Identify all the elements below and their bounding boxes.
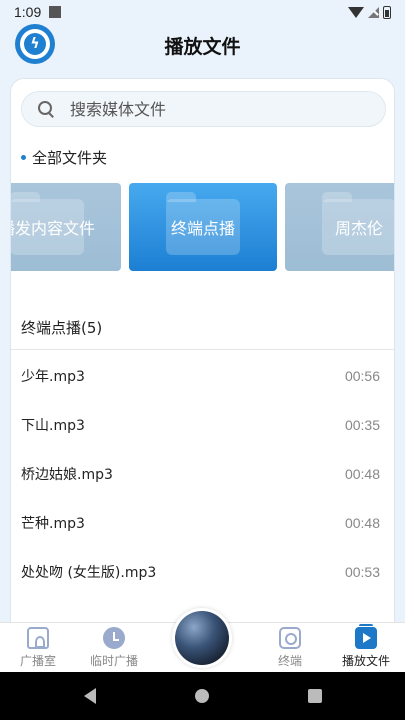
file-duration: 00:56 — [344, 367, 380, 384]
file-name: 芒种.mp3 — [21, 515, 85, 532]
file-name: 少年.mp3 — [21, 368, 85, 385]
file-duration: 00:35 — [344, 416, 380, 433]
search-bar[interactable] — [21, 91, 386, 127]
battery-icon — [383, 5, 391, 19]
folder-tile-label: 播发内容文件 — [11, 219, 95, 238]
home-icon — [27, 627, 49, 649]
recents-icon[interactable] — [308, 689, 322, 703]
nav-play-files[interactable]: 播放文件 — [336, 623, 396, 673]
media-card: 全部文件夹 播发内容文件 终端点播 周杰伦 终端点播(5) 少年.mp3 00:… — [10, 78, 395, 638]
now-playing-disc[interactable] — [172, 608, 232, 668]
folder-tile-jay-chou[interactable]: 周杰伦 — [285, 183, 394, 271]
nav-label: 临时广播 — [89, 654, 138, 668]
status-icons — [348, 5, 391, 19]
file-row[interactable]: 少年.mp3 00:56 — [11, 351, 394, 400]
folder-tile-broadcast-content[interactable]: 播发内容文件 — [11, 183, 121, 271]
app-header: ϟ 播放文件 — [0, 24, 405, 68]
page-title: 播放文件 — [164, 36, 241, 58]
system-nav-bar — [0, 672, 405, 720]
nav-broadcast-room[interactable]: 广播室 — [8, 623, 68, 673]
camera-icon — [279, 627, 301, 649]
nav-label: 播放文件 — [341, 654, 390, 668]
file-row[interactable]: 芒种.mp3 00:48 — [11, 498, 394, 547]
divider — [11, 349, 394, 350]
wifi-icon — [348, 6, 364, 18]
file-duration: 00:48 — [344, 514, 380, 531]
file-duration: 00:48 — [344, 465, 380, 482]
status-time: 1:09 — [14, 4, 42, 20]
nav-terminal[interactable]: 终端 — [260, 623, 320, 673]
folder-section-heading: 全部文件夹 — [21, 147, 107, 168]
home-circle-icon[interactable] — [195, 689, 209, 703]
file-name: 桥边姑娘.mp3 — [21, 466, 113, 483]
folder-tile-label: 周杰伦 — [334, 219, 383, 238]
search-input[interactable] — [70, 99, 350, 119]
bullet-dot-icon — [21, 155, 26, 160]
folder-carousel[interactable]: 播发内容文件 终端点播 周杰伦 — [11, 183, 394, 271]
file-row[interactable]: 桥边姑娘.mp3 00:48 — [11, 449, 394, 498]
album-art — [175, 611, 229, 665]
folder-tile-label: 终端点播 — [170, 219, 235, 238]
clock-icon — [103, 627, 125, 649]
folder-heading-label: 全部文件夹 — [32, 149, 108, 167]
file-row[interactable]: 处处吻 (女生版).mp3 00:53 — [11, 547, 394, 596]
folder-tile-terminal-vod[interactable]: 终端点播 — [129, 183, 277, 271]
file-list-title: 终端点播(5) — [21, 319, 103, 337]
file-duration: 00:53 — [344, 563, 380, 580]
nav-label: 广播室 — [19, 654, 56, 668]
search-icon — [38, 101, 54, 117]
file-row[interactable]: 下山.mp3 00:35 — [11, 400, 394, 449]
status-bar: 1:09 — [0, 0, 405, 24]
file-name: 处处吻 (女生版).mp3 — [21, 564, 157, 581]
play-file-icon — [355, 624, 377, 649]
nav-label: 终端 — [277, 654, 302, 668]
nav-temporary-broadcast[interactable]: 临时广播 — [84, 623, 144, 673]
back-icon[interactable] — [84, 688, 96, 704]
file-name: 下山.mp3 — [21, 417, 85, 434]
signal-icon — [368, 6, 379, 18]
notification-icon — [49, 6, 62, 18]
